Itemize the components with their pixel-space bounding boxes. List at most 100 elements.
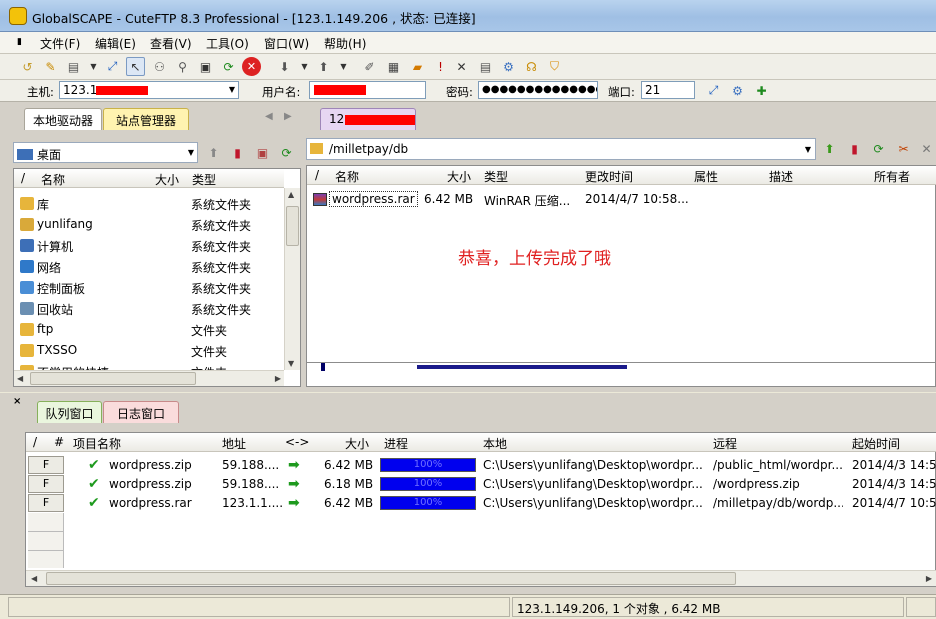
local-file-row[interactable]: 回收站 系统文件夹 [14,298,284,319]
quick-connect-icon[interactable]: ✎ [41,57,60,76]
transfer-mode-icon[interactable]: ↖ [126,57,145,76]
remote-filter-icon[interactable]: ✂ [894,139,913,158]
menu-view[interactable]: 查看(V) [150,35,192,52]
filter-icon[interactable]: ⚲ [173,57,192,76]
folder-open-icon[interactable]: ▰ [408,57,427,76]
remote-col-owner[interactable]: 所有者 [874,168,910,185]
queue-col-start[interactable]: 起始时间 [852,435,900,452]
properties-icon[interactable]: ▤ [476,57,495,76]
tab-queue[interactable]: 队列窗口 [37,401,102,423]
local-vscroll-thumb[interactable] [286,206,299,246]
queue-col-local[interactable]: 本地 [483,435,507,452]
local-col-size[interactable]: 大小 [155,171,179,188]
connect-go-icon[interactable]: ⤢ [704,81,723,100]
remote-col-type[interactable]: 类型 [484,168,508,185]
connect-icon[interactable]: ↺ [18,57,37,76]
remote-bookmark-icon[interactable]: ▮ [845,139,864,158]
shield-icon[interactable]: ⛉ [545,57,564,76]
chevron-down-icon[interactable]: ▼ [84,57,103,76]
reconnect-icon[interactable]: ⚇ [150,57,169,76]
splitter[interactable] [0,392,936,398]
local-col-name[interactable]: 名称 [41,171,65,188]
edit-icon[interactable]: ✐ [360,57,379,76]
new-site-icon[interactable]: ▤ [64,57,83,76]
scroll-right-icon[interactable]: ▶ [275,374,281,383]
queue-row-button[interactable]: F [28,494,64,512]
queue-col-addr[interactable]: 地址 [222,435,246,452]
settings-icon[interactable]: ⚙ [499,57,518,76]
queue-col-sort[interactable]: / [33,435,37,449]
tab-log[interactable]: 日志窗口 [103,401,179,423]
remote-col-modified[interactable]: 更改时间 [585,168,633,185]
close-pane-icon[interactable]: × [13,396,21,407]
remote-col-desc[interactable]: 描述 [769,168,793,185]
refresh-icon[interactable]: ⟳ [219,57,238,76]
host-input[interactable]: 123.1 ▼ [59,81,239,99]
menu-edit[interactable]: 编辑(E) [95,35,136,52]
delete-icon[interactable]: ✕ [452,57,471,76]
remote-file-row[interactable]: wordpress.rar 6.42 MB WinRAR 压缩... 2014/… [307,189,936,210]
port-input[interactable]: 21 [641,81,695,99]
queue-row-button[interactable]: F [28,475,64,493]
local-hscroll[interactable]: ◀ ▶ [14,370,284,386]
remote-col-attr[interactable]: 属性 [694,168,718,185]
view-icon[interactable]: ▦ [384,57,403,76]
menu-tools[interactable]: 工具(O) [206,35,249,52]
local-hscroll-thumb[interactable] [30,372,196,385]
local-file-row[interactable]: 控制面板 系统文件夹 [14,277,284,298]
lock-icon[interactable]: ▣ [196,57,215,76]
remote-col-name[interactable]: 名称 [335,168,359,185]
local-col-type[interactable]: 类型 [192,171,216,188]
download-menu-chevron-icon[interactable]: ▼ [295,57,314,76]
remote-up-folder-icon[interactable]: ⬆ [820,139,839,158]
queue-col-remote[interactable]: 远程 [713,435,737,452]
tab-site-manager[interactable]: 站点管理器 [103,108,189,130]
queue-col-item[interactable]: 项目名称 [73,435,121,452]
new-folder-icon[interactable]: ▣ [253,143,272,162]
scroll-left-icon[interactable]: ◀ [17,374,23,383]
remote-refresh-icon[interactable]: ⟳ [869,139,888,158]
connection-settings-icon[interactable]: ⚙ [728,81,747,100]
queue-scroll-right-icon[interactable]: ▶ [926,574,932,583]
menu-file[interactable]: 文件(F) [40,35,80,52]
queue-hscroll-thumb[interactable] [46,572,736,585]
local-vscroll[interactable]: ▲ ▼ [284,188,300,370]
queue-col-num[interactable]: # [54,435,64,449]
remote-path-combo[interactable]: /milletpay/db ▼ [306,138,816,160]
local-file-row[interactable]: TXSSO 文件夹 [14,340,284,361]
disconnect-icon[interactable]: ⤢ [103,57,122,76]
menu-window[interactable]: 窗口(W) [264,35,309,52]
up-folder-icon[interactable]: ⬆ [204,143,223,162]
remote-col-sort[interactable]: / [315,168,319,182]
headset-icon[interactable]: ☊ [522,57,541,76]
queue-col-progress[interactable]: 进程 [384,435,408,452]
remote-path-chevron-icon[interactable]: ▼ [805,145,811,154]
add-site-icon[interactable]: ✚ [752,81,771,100]
local-file-row[interactable]: 库 系统文件夹 [14,193,284,214]
queue-scroll-left-icon[interactable]: ◀ [31,574,37,583]
queue-col-dir[interactable]: <-> [285,435,309,449]
password-input[interactable]: ●●●●●●●●●●●●●● [478,81,598,99]
queue-col-size[interactable]: 大小 [345,435,369,452]
local-path-combo[interactable]: 桌面 ▼ [13,142,198,163]
queue-row[interactable]: F ✔ wordpress.zip 59.188.... ➡ 6.42 MB 100% C:\… [26,456,936,475]
local-path-chevron-icon[interactable]: ▼ [188,148,194,157]
local-file-row[interactable]: 计算机 系统文件夹 [14,235,284,256]
remote-col-size[interactable]: 大小 [447,168,471,185]
tab-remote-site[interactable]: 12 [320,108,416,130]
upload-icon[interactable]: ⬆ [314,57,333,76]
tab-scroll-left-icon[interactable]: ◀ [265,111,273,122]
scroll-up-icon[interactable]: ▲ [288,190,294,199]
remote-close-icon[interactable]: ✕ [917,139,936,158]
local-file-row[interactable]: yunlifang 系统文件夹 [14,214,284,235]
local-file-row[interactable]: ftp 文件夹 [14,319,284,340]
bookmark-icon[interactable]: ▮ [228,143,247,162]
sync-icon[interactable]: ⟳ [277,143,296,162]
scroll-down-icon[interactable]: ▼ [288,359,294,368]
download-icon[interactable]: ⬇ [275,57,294,76]
queue-row-button[interactable]: F [28,456,64,474]
queue-row[interactable]: F ✔ wordpress.rar 123.1.1.... ➡ 6.42 MB 100% C:… [26,494,936,513]
upload-menu-chevron-icon[interactable]: ▼ [334,57,353,76]
queue-hscroll[interactable]: ◀ ▶ [26,570,936,586]
local-file-row[interactable]: 网络 系统文件夹 [14,256,284,277]
